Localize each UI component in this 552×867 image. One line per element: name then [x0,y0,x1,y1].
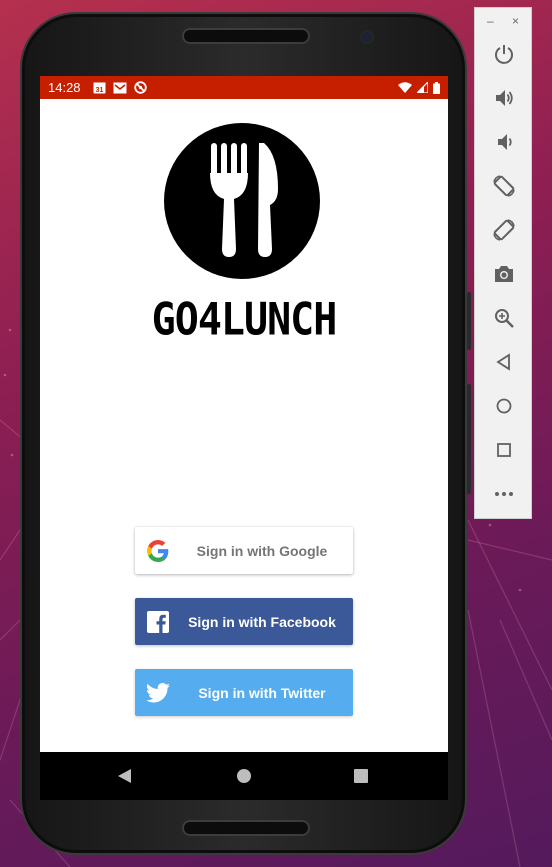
nav-overview-icon[interactable] [354,769,368,783]
emulator-home-button[interactable] [489,391,519,421]
fork-knife-logo-icon [164,123,320,279]
status-bar: 14:28 31 [40,76,448,99]
power-side-button[interactable] [467,292,471,350]
close-button[interactable]: × [512,14,519,28]
facebook-button-label: Sign in with Facebook [188,613,336,630]
android-nav-bar [40,752,448,800]
more-button[interactable] [489,479,519,509]
minimize-button[interactable]: – [487,14,494,28]
rotate-left-icon [493,175,515,197]
signal-icon [417,82,428,93]
sign-in-twitter-button[interactable]: Sign in with Twitter [135,669,353,716]
google-button-label: Sign in with Google [196,542,328,559]
more-icon [495,492,513,496]
nav-home-icon[interactable] [237,769,251,783]
bottom-speaker [182,820,310,836]
twitter-button-label: Sign in with Twitter [198,684,326,701]
zoom-icon [495,309,514,328]
google-icon [135,539,181,562]
nav-back-icon[interactable] [117,768,132,789]
front-camera [362,32,372,42]
status-time: 14:28 [48,80,81,95]
rotate-right-button[interactable] [489,215,519,245]
volume-up-icon [496,90,513,106]
back-icon [496,353,510,371]
volume-down-button[interactable] [489,127,519,157]
sign-in-facebook-button[interactable]: Sign in with Facebook [135,598,353,645]
battery-icon [433,81,440,94]
overview-icon [497,443,511,457]
power-button[interactable] [489,39,519,69]
facebook-icon [135,610,181,633]
sign-in-google-button[interactable]: Sign in with Google [135,527,353,574]
volume-up-button[interactable] [489,83,519,113]
phone-screen: 14:28 31 GO4LUNCH Sign in with Google Si… [40,76,448,800]
calendar-day: 31 [95,87,103,94]
rotate-left-button[interactable] [489,171,519,201]
emulator-toolbar: – × [474,7,532,519]
system-icons [398,81,440,94]
emulator-back-button[interactable] [489,347,519,377]
twitter-bird-icon [135,682,181,703]
home-icon [496,398,512,414]
login-screen: GO4LUNCH Sign in with Google Sign in wit… [40,99,448,752]
volume-side-button[interactable] [467,384,471,494]
notification-icons: 31 [93,81,147,94]
screenshot-button[interactable] [489,259,519,289]
volume-down-icon [498,134,512,150]
rotate-right-icon [493,219,515,241]
emulator-overview-button[interactable] [489,435,519,465]
app-logo-text: GO4LUNCH [151,294,338,346]
top-speaker [182,28,310,44]
do-not-disturb-icon [133,81,147,94]
power-icon [495,45,513,64]
camera-icon [495,266,513,282]
calendar-icon: 31 [93,81,106,94]
mail-icon [113,82,127,94]
zoom-button[interactable] [489,303,519,333]
wifi-icon [398,82,412,93]
